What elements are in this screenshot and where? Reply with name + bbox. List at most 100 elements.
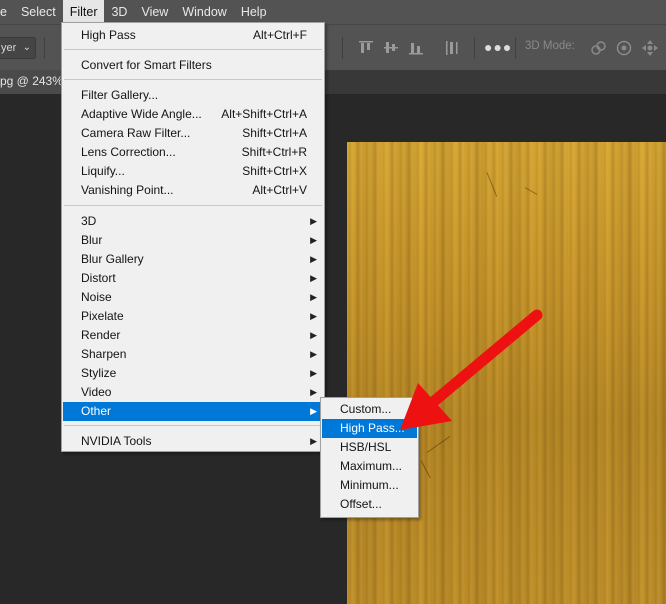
- menu-item-label: Blur Gallery: [81, 252, 144, 266]
- menu-item-label: Video: [81, 385, 112, 399]
- submenu-arrow-icon: ▶: [310, 311, 317, 321]
- layer-select-value: yer: [1, 42, 17, 54]
- submenu-item-label: Custom...: [340, 402, 392, 416]
- menu-item-sharpen[interactable]: Sharpen ▶: [63, 345, 323, 364]
- menu-item-stylize[interactable]: Stylize ▶: [63, 364, 323, 383]
- menu-item-3d[interactable]: 3D ▶: [63, 212, 323, 231]
- menu-item-label: Lens Correction...: [81, 145, 176, 159]
- menu-item-last-filter[interactable]: High Pass Alt+Ctrl+F: [63, 26, 323, 45]
- menu-item-render[interactable]: Render ▶: [63, 326, 323, 345]
- menu-item-label: Vanishing Point...: [81, 183, 174, 197]
- menu-item-label: Liquify...: [81, 164, 125, 178]
- menu-item-label: 3D: [81, 214, 97, 228]
- submenu-item-offset[interactable]: Offset...: [322, 495, 417, 514]
- menu-item-convert-smart-filters[interactable]: Convert for Smart Filters: [63, 56, 323, 75]
- pan-3d-icon[interactable]: [640, 38, 660, 58]
- menu-select[interactable]: Select: [14, 0, 63, 24]
- menu-separator: [64, 49, 322, 50]
- separator: [342, 37, 343, 59]
- submenu-item-label: HSB/HSL: [340, 440, 392, 454]
- submenu-item-hsb-hsl[interactable]: HSB/HSL: [322, 438, 417, 457]
- submenu-arrow-icon: ▶: [310, 216, 317, 226]
- menu-item-label: NVIDIA Tools: [81, 434, 152, 448]
- auto-select-layer-dropdown[interactable]: yer ⌄: [0, 37, 36, 59]
- submenu-arrow-icon: ▶: [310, 235, 317, 245]
- submenu-item-maximum[interactable]: Maximum...: [322, 457, 417, 476]
- menu-item-pixelate[interactable]: Pixelate ▶: [63, 307, 323, 326]
- menu-item-label: Blur: [81, 233, 103, 247]
- separator: [474, 37, 475, 59]
- menu-item-nvidia-tools[interactable]: NVIDIA Tools ▶: [63, 432, 323, 451]
- filter-menu: High Pass Alt+Ctrl+F Convert for Smart F…: [61, 22, 325, 452]
- menu-item-label: Other: [81, 404, 112, 418]
- menu-help[interactable]: Help: [234, 0, 274, 24]
- menu-item-label: High Pass: [81, 28, 136, 42]
- submenu-item-label: Minimum...: [340, 478, 399, 492]
- menu-item-filter-gallery[interactable]: Filter Gallery...: [63, 86, 323, 105]
- menu-item-label: Sharpen: [81, 347, 127, 361]
- submenu-arrow-icon: ▶: [310, 349, 317, 359]
- menu-bar: e Select Filter 3D View Window Help: [0, 0, 666, 24]
- submenu-arrow-icon: ▶: [310, 292, 317, 302]
- menu-item-label: Noise: [81, 290, 112, 304]
- orbit-3d-icon[interactable]: [588, 38, 608, 58]
- submenu-arrow-icon: ▶: [310, 368, 317, 378]
- separator: [515, 37, 516, 59]
- menu-item-shortcut: Alt+Ctrl+F: [252, 28, 307, 42]
- menu-item-label: Filter Gallery...: [81, 88, 159, 102]
- menu-item-other[interactable]: Other ▶: [63, 402, 323, 421]
- submenu-arrow-icon: ▶: [310, 330, 317, 340]
- menu-view[interactable]: View: [134, 0, 175, 24]
- submenu-arrow-icon: ▶: [310, 406, 317, 416]
- menu-item-label: Convert for Smart Filters: [81, 58, 212, 72]
- menu-item-camera-raw-filter[interactable]: Camera Raw Filter... Shift+Ctrl+A: [63, 124, 323, 143]
- menu-window[interactable]: Window: [175, 0, 233, 24]
- submenu-arrow-icon: ▶: [310, 273, 317, 283]
- menu-item-blur[interactable]: Blur ▶: [63, 231, 323, 250]
- submenu-arrow-icon: ▶: [310, 436, 317, 446]
- submenu-item-minimum[interactable]: Minimum...: [322, 476, 417, 495]
- menu-item-shortcut: Alt+Ctrl+V: [252, 183, 307, 197]
- align-top-edges-icon[interactable]: [356, 37, 376, 59]
- menu-item-label: Render: [81, 328, 121, 342]
- align-bottom-edges-icon[interactable]: [406, 37, 426, 59]
- align-vertical-centers-icon[interactable]: [381, 37, 401, 59]
- menu-separator: [64, 79, 322, 80]
- 3d-mode-label: 3D Mode:: [525, 40, 575, 52]
- menu-item-noise[interactable]: Noise ▶: [63, 288, 323, 307]
- menu-item-video[interactable]: Video ▶: [63, 383, 323, 402]
- menu-item-label: Pixelate: [81, 309, 124, 323]
- align-left-edges-icon[interactable]: [442, 37, 462, 59]
- submenu-item-label: Offset...: [340, 497, 382, 511]
- more-options-icon[interactable]: ●●●: [484, 39, 511, 57]
- document-tab[interactable]: pg @ 243%: [0, 70, 62, 94]
- menu-3d[interactable]: 3D: [104, 0, 134, 24]
- menu-item-shortcut: Shift+Ctrl+R: [241, 145, 307, 159]
- wood-scratch: [420, 460, 431, 479]
- chevron-down-icon: ⌄: [22, 42, 31, 53]
- menu-filter[interactable]: Filter: [62, 0, 105, 24]
- menu-item-shortcut: Alt+Shift+Ctrl+A: [221, 107, 307, 121]
- menu-item-shortcut: Shift+Ctrl+A: [242, 126, 307, 140]
- submenu-arrow-icon: ▶: [310, 387, 317, 397]
- menu-item-liquify[interactable]: Liquify... Shift+Ctrl+X: [63, 162, 323, 181]
- menu-item-distort[interactable]: Distort ▶: [63, 269, 323, 288]
- submenu-arrow-icon: ▶: [310, 254, 317, 264]
- menu-item-vanishing-point[interactable]: Vanishing Point... Alt+Ctrl+V: [63, 181, 323, 200]
- menu-item-blur-gallery[interactable]: Blur Gallery ▶: [63, 250, 323, 269]
- menu-item-adaptive-wide-angle[interactable]: Adaptive Wide Angle... Alt+Shift+Ctrl+A: [63, 105, 323, 124]
- menu-item-label: Adaptive Wide Angle...: [81, 107, 202, 121]
- menu-item-label: Camera Raw Filter...: [81, 126, 191, 140]
- menu-item-lens-correction[interactable]: Lens Correction... Shift+Ctrl+R: [63, 143, 323, 162]
- submenu-item-label: Maximum...: [340, 459, 403, 473]
- menu-separator: [64, 205, 322, 206]
- wood-scratch: [486, 172, 498, 197]
- menu-separator: [64, 425, 322, 426]
- menu-edit[interactable]: e: [0, 0, 14, 24]
- roll-3d-icon[interactable]: [614, 38, 634, 58]
- separator: [44, 37, 45, 59]
- menu-item-shortcut: Shift+Ctrl+X: [242, 164, 307, 178]
- red-arrow-icon: [400, 309, 543, 430]
- menu-item-label: Distort: [81, 271, 116, 285]
- wood-scratch: [524, 187, 538, 195]
